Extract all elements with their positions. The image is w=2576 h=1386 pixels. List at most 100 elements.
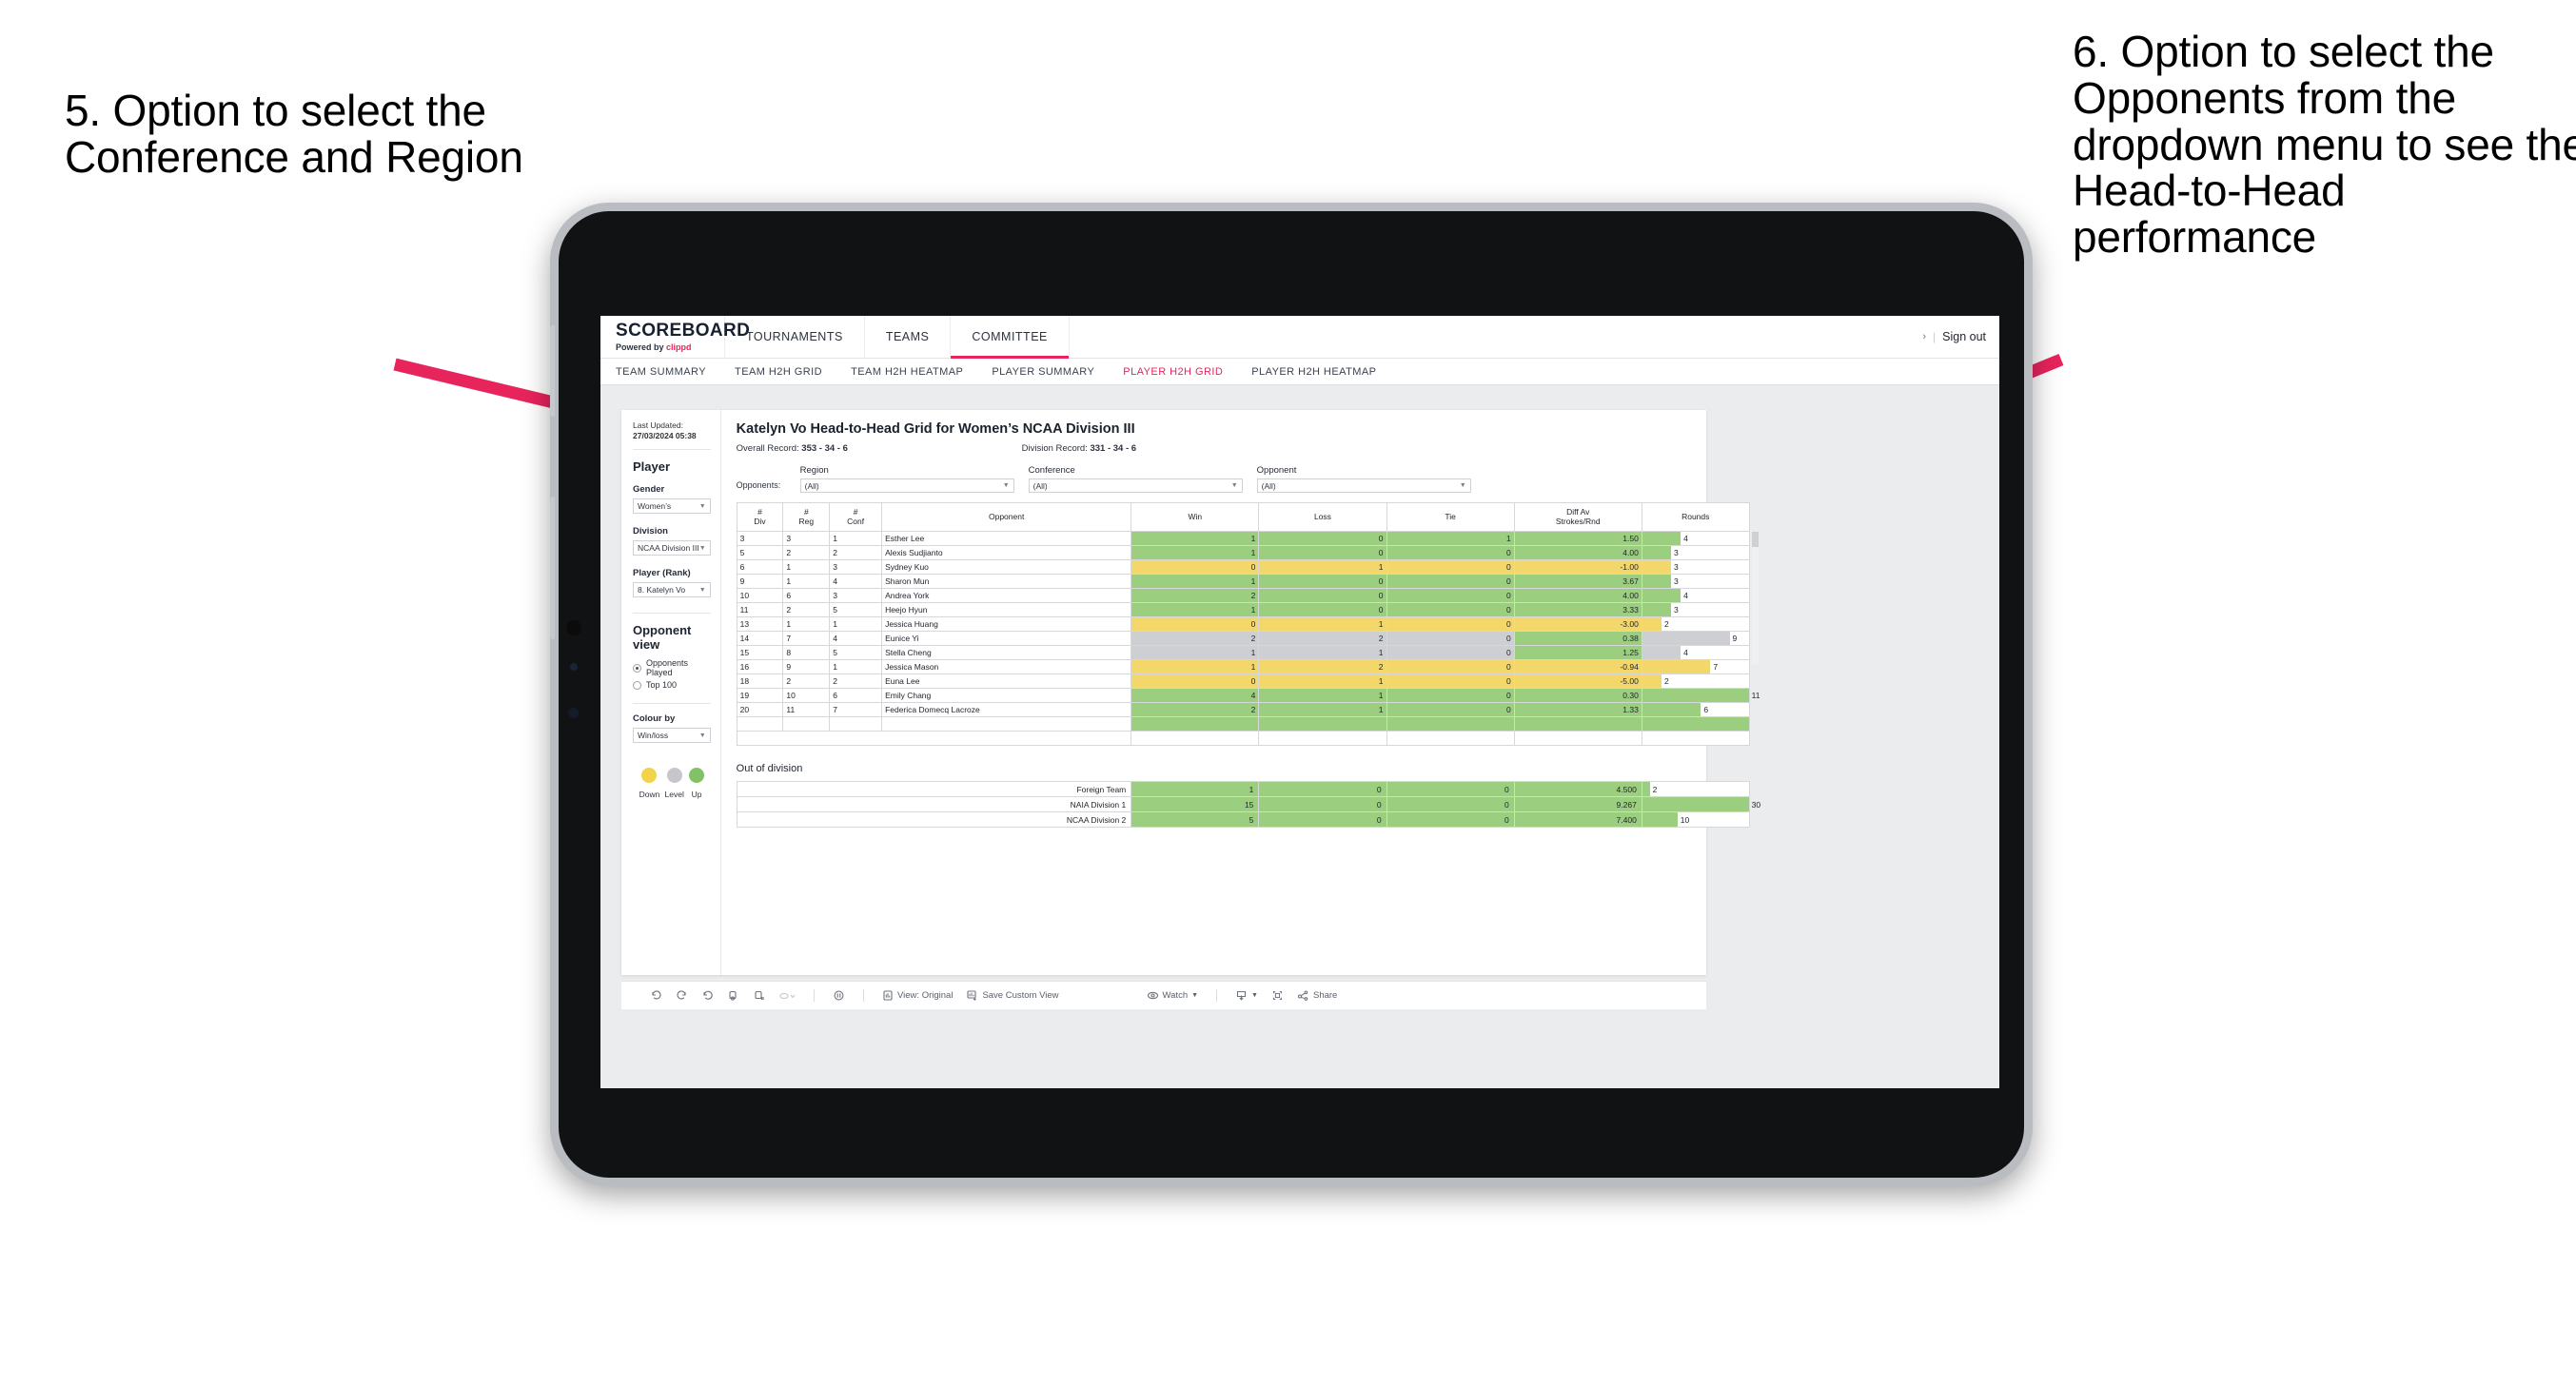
revert-icon[interactable] (701, 989, 714, 1002)
cell-diff: 1.33 (1513, 702, 1642, 717)
nav-committee[interactable]: COMMITTEE (951, 316, 1070, 359)
rounds-value: 2 (1663, 619, 1669, 629)
cell-win: 0 (1131, 559, 1260, 575)
table-row[interactable]: 14 7 4 Eunice Yi 2 2 0 0.38 9 (736, 631, 1750, 646)
save-custom-view-label: Save Custom View (982, 990, 1059, 1001)
tab-team-h2h-grid[interactable]: TEAM H2H GRID (735, 366, 822, 378)
view-original-label: View: Original (897, 990, 954, 1001)
col-conf[interactable]: # Conf (829, 502, 883, 532)
secondary-nav: TEAM SUMMARY TEAM H2H GRID TEAM H2H HEAT… (600, 359, 1999, 385)
col-opponent[interactable]: Opponent (881, 502, 1132, 532)
sidebar-heading-player: Player (633, 459, 671, 475)
watch-button[interactable]: Watch ▼ (1147, 989, 1199, 1002)
col-rounds[interactable]: Rounds (1641, 502, 1750, 532)
gender-dropdown[interactable]: Women’s ▼ (633, 498, 711, 515)
tab-team-h2h-heatmap[interactable]: TEAM H2H HEATMAP (851, 366, 963, 378)
col-div[interactable]: # Div (736, 502, 784, 532)
table-row[interactable]: 3 3 1 Esther Lee 1 0 1 1.50 4 (736, 531, 1750, 546)
division-record-label: Division Record: (1021, 443, 1091, 454)
nav-teams[interactable]: TEAMS (865, 316, 952, 358)
division-dropdown[interactable]: NCAA Division III ▼ (633, 540, 711, 556)
radio-opponents-played[interactable]: Opponents Played (633, 658, 711, 677)
cell-opponent: Stella Cheng (881, 645, 1132, 660)
out-of-division-row[interactable]: NAIA Division 1 15 0 0 9.267 30 (736, 796, 1760, 812)
grid-scrollbar-thumb[interactable] (1751, 532, 1759, 547)
cell-conf: 1 (829, 531, 883, 546)
table-row[interactable]: 19 10 6 Emily Chang 4 1 0 0.30 11 (736, 688, 1760, 703)
cell-loss: 1 (1258, 673, 1387, 689)
grid-vertical-scrollbar[interactable] (1751, 532, 1759, 665)
table-row[interactable]: 10 6 3 Andrea York 2 0 0 4.00 4 (736, 588, 1750, 603)
player-rank-value: 8. Katelyn Vo (638, 585, 686, 595)
rounds-value: 3 (1674, 605, 1679, 615)
legend-item-level: Level (665, 768, 684, 799)
ood-win: 1 (1131, 781, 1260, 797)
share-button[interactable]: Share (1297, 989, 1337, 1002)
table-row[interactable]: 9 1 4 Sharon Mun 1 0 0 3.67 3 (736, 574, 1750, 589)
table-row[interactable]: 15 8 5 Stella Cheng 1 1 0 1.25 4 (736, 645, 1750, 660)
clear-sheet-icon[interactable] (778, 989, 796, 1002)
col-loss[interactable]: Loss (1258, 502, 1387, 532)
chevron-down-icon: ▼ (1191, 992, 1199, 999)
tab-team-summary[interactable]: TEAM SUMMARY (616, 366, 706, 378)
table-row[interactable]: 18 2 2 Euna Lee 0 1 0 -5.00 2 (736, 673, 1750, 689)
rounds-value: 9 (1732, 634, 1738, 643)
col-reg[interactable]: # Reg (782, 502, 831, 532)
col-win[interactable]: Win (1131, 502, 1260, 532)
rounds-bar (1642, 674, 1662, 688)
dashboard-card: Last Updated: 27/03/2024 05:38 Player Ge… (621, 410, 1760, 975)
download-button[interactable]: ▼ (1235, 989, 1258, 1002)
cell-div: 3 (736, 531, 784, 546)
col-tie[interactable]: Tie (1386, 502, 1515, 532)
ood-name: NAIA Division 1 (736, 796, 1132, 812)
opponent-view-heading: Opponent view (633, 623, 692, 653)
app-body: Last Updated: 27/03/2024 05:38 Player Ge… (600, 385, 1999, 1009)
opponent-dropdown[interactable]: (All) ▼ (1256, 478, 1471, 493)
fullscreen-icon[interactable] (1271, 989, 1284, 1002)
clippd-brand: clippd (666, 342, 692, 352)
nav-tournaments[interactable]: TOURNAMENTS (725, 316, 865, 358)
undo-icon[interactable] (650, 989, 662, 1002)
h2h-grid-head: # Div # Reg # Conf Opponent Win Loss Tie Di… (736, 502, 1750, 532)
pause-icon[interactable] (833, 989, 845, 1002)
save-custom-view-button[interactable]: Save Custom View (966, 989, 1059, 1002)
ood-loss: 0 (1258, 796, 1387, 812)
out-of-division-row[interactable]: NCAA Division 2 5 0 0 7.400 10 (736, 811, 1750, 828)
view-original-button[interactable]: View: Original (882, 989, 953, 1002)
table-row[interactable]: 6 1 3 Sydney Kuo 0 1 0 -1.00 3 (736, 559, 1750, 575)
cell-win: 2 (1131, 702, 1260, 717)
rounds-bar (1642, 632, 1730, 645)
ood-rounds: 10 (1641, 811, 1750, 828)
division-label: Division (633, 526, 668, 537)
out-of-division-row[interactable]: Foreign Team 1 0 0 4.500 2 (736, 781, 1750, 797)
cell-reg: 1 (782, 574, 831, 589)
table-row[interactable]: 16 9 1 Jessica Mason 1 2 0 -0.94 7 (736, 659, 1750, 674)
chevron-down-icon: ▼ (698, 502, 706, 510)
cell-reg: 8 (782, 645, 831, 660)
conference-value: (All) (1032, 480, 1048, 491)
legend-label-down: Down (639, 790, 660, 800)
ood-rounds: 2 (1641, 781, 1750, 797)
table-row[interactable]: 13 1 1 Jessica Huang 0 1 0 -3.00 2 (736, 616, 1750, 632)
cell-conf: 1 (829, 616, 883, 632)
region-dropdown[interactable]: (All) ▼ (799, 478, 1014, 493)
colour-by-dropdown[interactable]: Win/loss ▼ (633, 728, 711, 744)
radio-top-100[interactable]: Top 100 (633, 680, 711, 690)
cell-tie: 0 (1386, 688, 1515, 703)
opponents-label: Opponents: (736, 480, 781, 490)
player-rank-dropdown[interactable]: 8. Katelyn Vo ▼ (633, 582, 711, 598)
toolbar-divider-2 (863, 989, 864, 1002)
table-row[interactable]: 5 2 2 Alexis Sudjianto 1 0 0 4.00 3 (736, 545, 1750, 560)
col-diff[interactable]: Diff Av Strokes/Rnd (1513, 502, 1642, 532)
table-row[interactable]: 20 11 7 Federica Domecq Lacroze 2 1 0 1.33 6 (736, 702, 1750, 717)
chevron-down-icon: ▼ (1002, 482, 1010, 489)
tab-player-summary[interactable]: PLAYER SUMMARY (992, 366, 1094, 378)
table-row[interactable]: 11 2 5 Heejo Hyun 1 0 0 3.33 3 (736, 602, 1750, 617)
refresh-icon[interactable] (727, 989, 739, 1002)
pause-auto-update-icon[interactable] (753, 989, 765, 1002)
sign-out-link[interactable]: Sign out (1942, 330, 1986, 343)
tab-player-h2h-heatmap[interactable]: PLAYER H2H HEATMAP (1251, 366, 1376, 378)
redo-icon[interactable] (676, 989, 688, 1002)
tab-player-h2h-grid[interactable]: PLAYER H2H GRID (1123, 366, 1223, 378)
conference-dropdown[interactable]: (All) ▼ (1028, 478, 1243, 493)
